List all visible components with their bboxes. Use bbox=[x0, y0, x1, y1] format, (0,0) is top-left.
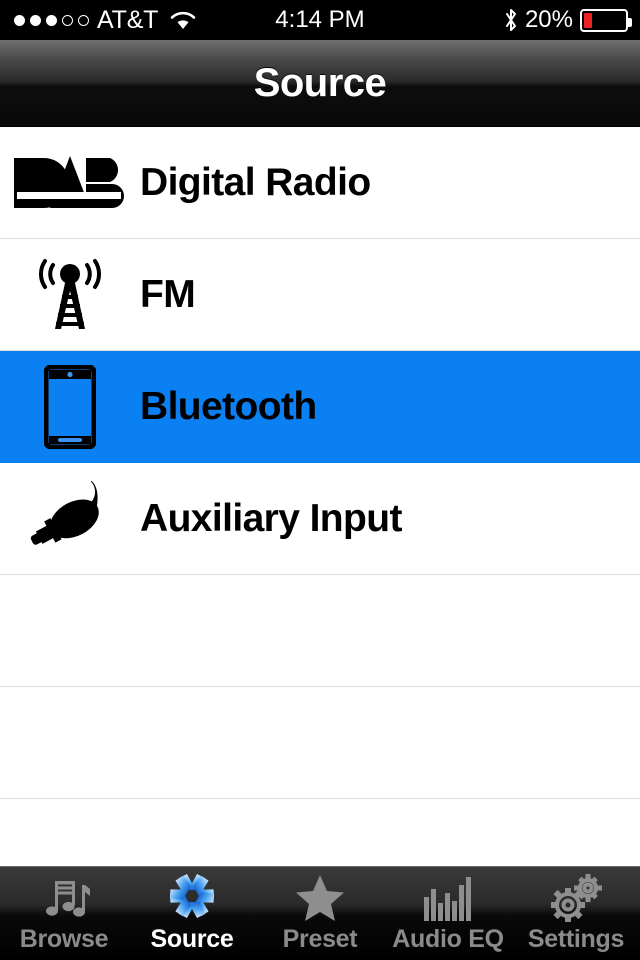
list-item-empty bbox=[0, 575, 640, 687]
tab-label: Preset bbox=[282, 925, 358, 953]
list-item-digital-radio[interactable]: Digital Radio bbox=[0, 127, 640, 239]
list-item-label: Bluetooth bbox=[140, 384, 317, 428]
tab-source[interactable]: Source bbox=[128, 867, 256, 960]
tab-label: Browse bbox=[19, 925, 109, 953]
music-notes-icon bbox=[37, 877, 91, 923]
status-bar: AT&T 4:14 PM 20% bbox=[0, 0, 640, 40]
gears-icon bbox=[548, 874, 604, 923]
radio-tower-icon bbox=[0, 239, 140, 351]
list-item-label: Auxiliary Input bbox=[140, 496, 402, 540]
dab-logo-icon bbox=[0, 127, 140, 239]
equalizer-icon bbox=[423, 877, 473, 923]
list-item-auxiliary-input[interactable]: Auxiliary Input bbox=[0, 463, 640, 575]
list-item-fm[interactable]: FM bbox=[0, 239, 640, 351]
list-item-bluetooth[interactable]: Bluetooth bbox=[0, 351, 640, 463]
battery-fill bbox=[584, 12, 592, 28]
list-item-empty bbox=[0, 687, 640, 799]
page-title: Source bbox=[253, 60, 387, 105]
star-icon bbox=[294, 875, 346, 923]
tab-label: Settings bbox=[527, 925, 625, 953]
tab-preset[interactable]: Preset bbox=[256, 867, 384, 960]
tab-label: Source bbox=[150, 925, 234, 953]
source-list: Digital Radio FM Bluetooth Auxiliary Inp… bbox=[0, 127, 640, 911]
clock-label: 4:14 PM bbox=[275, 6, 365, 33]
pinwheel-icon bbox=[164, 874, 220, 923]
audio-jack-icon bbox=[0, 463, 140, 575]
tab-label: Audio EQ bbox=[392, 925, 504, 953]
battery-icon bbox=[580, 8, 632, 32]
tab-bar: Browse Source Preset Audio EQ Settings bbox=[0, 866, 640, 960]
phone-icon bbox=[0, 351, 140, 463]
tab-audio-eq[interactable]: Audio EQ bbox=[384, 867, 512, 960]
tab-browse[interactable]: Browse bbox=[0, 867, 128, 960]
navigation-bar: Source bbox=[0, 40, 640, 127]
list-item-label: FM bbox=[140, 272, 196, 316]
app-screen: AT&T 4:14 PM 20% Source Digital Radio FM… bbox=[0, 0, 640, 960]
tab-settings[interactable]: Settings bbox=[512, 867, 640, 960]
list-item-label: Digital Radio bbox=[140, 160, 371, 204]
